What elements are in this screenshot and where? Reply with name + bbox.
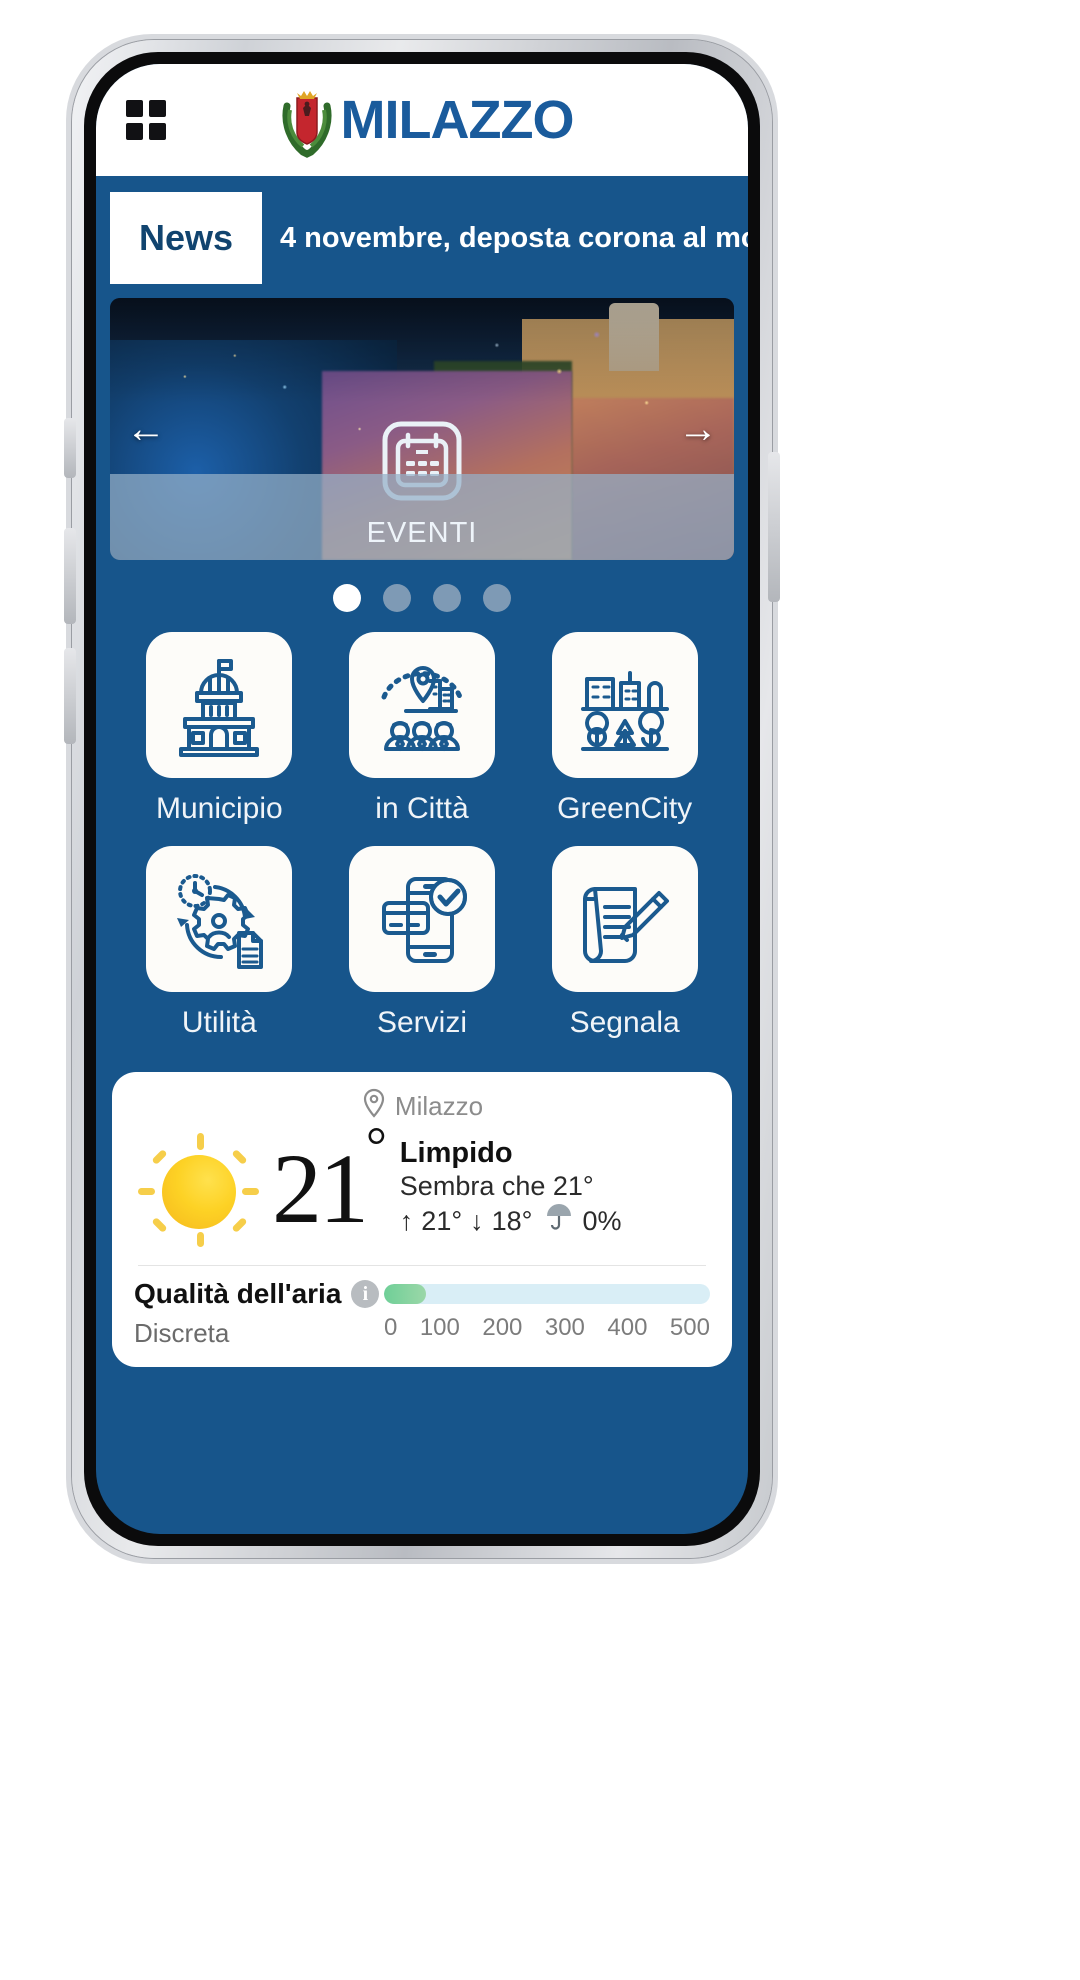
weather-condition: Limpido bbox=[399, 1136, 513, 1169]
event-carousel[interactable]: ← → EVENTI bbox=[110, 298, 734, 560]
air-quality-labels: Qualità dell'aria i Discreta bbox=[134, 1278, 384, 1349]
town-hall-icon bbox=[146, 632, 293, 778]
carousel-dot[interactable] bbox=[383, 584, 411, 612]
card-divider bbox=[138, 1265, 706, 1266]
carousel-dot[interactable] bbox=[483, 584, 511, 612]
carousel-slide-label: EVENTI bbox=[366, 517, 478, 549]
weather-high: 21° bbox=[421, 1206, 463, 1237]
silent-switch[interactable] bbox=[64, 418, 76, 478]
air-quality-scale: 0 100 200 300 400 500 bbox=[384, 1314, 710, 1342]
carousel-next-icon[interactable]: → bbox=[678, 409, 718, 449]
carousel-dots bbox=[96, 560, 748, 618]
weather-main: 21° Limpido Sembra che 21° ↑ 21° ↓ 18° 0… bbox=[134, 1121, 710, 1249]
air-quality-title-row: Qualità dell'aria i bbox=[134, 1278, 384, 1310]
weather-precipitation: 0% bbox=[582, 1206, 622, 1237]
volume-up-button[interactable] bbox=[64, 528, 76, 624]
weather-card[interactable]: Milazzo 21° Limpido Sembra che 21° ↑ 21°… bbox=[112, 1072, 732, 1367]
sun-icon bbox=[134, 1129, 266, 1249]
scale-tick: 0 bbox=[384, 1314, 398, 1341]
air-quality-bar bbox=[384, 1284, 710, 1304]
people-location-icon bbox=[348, 632, 495, 778]
tile-municipio[interactable]: Municipio bbox=[118, 632, 321, 842]
tile-label: Utilità bbox=[181, 1006, 257, 1039]
air-quality-bar-fill bbox=[384, 1284, 427, 1304]
arrow-up-icon: ↑ bbox=[399, 1206, 414, 1237]
app-header: MILAZZO bbox=[96, 64, 748, 176]
tile-label: Servizi bbox=[376, 1006, 467, 1039]
scale-tick: 500 bbox=[669, 1314, 710, 1341]
tile-utilita[interactable]: Utilità bbox=[118, 846, 321, 1056]
weather-location-name: Milazzo bbox=[394, 1091, 484, 1121]
degree-symbol: ° bbox=[366, 1118, 387, 1175]
temperature-value: 21 bbox=[272, 1133, 369, 1244]
carousel-dot[interactable] bbox=[433, 584, 461, 612]
weather-high-low: ↑ 21° ↓ 18° 0% bbox=[400, 1203, 622, 1240]
carousel-dot[interactable] bbox=[333, 584, 361, 612]
air-quality-level: Discreta bbox=[134, 1318, 230, 1348]
tile-segnala[interactable]: Segnala bbox=[523, 846, 726, 1056]
power-button[interactable] bbox=[768, 452, 780, 602]
air-quality-title: Qualità dell'aria bbox=[134, 1278, 342, 1309]
scale-tick: 400 bbox=[607, 1314, 648, 1341]
tile-label: GreenCity bbox=[557, 792, 693, 825]
tile-in-citta[interactable]: in Città bbox=[321, 632, 524, 842]
tile-servizi[interactable]: Servizi bbox=[321, 846, 524, 1056]
gear-clock-document-icon bbox=[146, 846, 293, 992]
carousel-prev-icon[interactable]: ← bbox=[126, 409, 166, 449]
scale-tick: 200 bbox=[482, 1314, 523, 1341]
screenshot-stage: MILAZZO News 4 novembre, deposta corona … bbox=[0, 0, 1080, 1980]
brand-title: MILAZZO bbox=[340, 90, 575, 150]
weather-feels-like: Sembra che 21° bbox=[399, 1170, 594, 1201]
tile-label: in Città bbox=[375, 792, 469, 825]
city-trees-icon bbox=[551, 632, 698, 778]
news-chip-label: News bbox=[110, 192, 262, 284]
scale-tick: 100 bbox=[419, 1314, 460, 1341]
weather-low: 18° bbox=[491, 1206, 533, 1237]
tile-label: Municipio bbox=[155, 792, 283, 825]
phone-payment-check-icon bbox=[348, 846, 495, 992]
scale-tick: 300 bbox=[544, 1314, 585, 1341]
tile-label: Segnala bbox=[569, 1006, 680, 1039]
shortcut-grid: Municipio in Città GreenCity Utilità Ser… bbox=[96, 618, 748, 1056]
weather-temperature: 21° bbox=[272, 1121, 387, 1239]
weather-details: Limpido Sembra che 21° ↑ 21° ↓ 18° 0% bbox=[399, 1136, 622, 1241]
news-headline[interactable]: 4 novembre, deposta corona al monu bbox=[262, 192, 748, 284]
news-ticker[interactable]: News 4 novembre, deposta corona al monu bbox=[96, 176, 748, 284]
air-quality-section[interactable]: Qualità dell'aria i Discreta 0 100 200 3… bbox=[134, 1278, 710, 1349]
umbrella-icon bbox=[544, 1203, 574, 1240]
volume-down-button[interactable] bbox=[64, 648, 76, 744]
carousel-caption-bar: EVENTI bbox=[110, 474, 734, 560]
phone-screen: MILAZZO News 4 novembre, deposta corona … bbox=[96, 64, 748, 1534]
weather-location-row: Milazzo bbox=[134, 1088, 710, 1125]
arrow-down-icon: ↓ bbox=[470, 1206, 484, 1237]
tile-greencity[interactable]: GreenCity bbox=[523, 632, 726, 842]
info-icon[interactable]: i bbox=[351, 1280, 380, 1308]
air-quality-meter: 0 100 200 300 400 500 bbox=[384, 1278, 710, 1342]
brand-logo[interactable]: MILAZZO bbox=[126, 80, 724, 160]
document-pen-icon bbox=[551, 846, 698, 992]
milazzo-coat-of-arms-icon bbox=[277, 80, 337, 160]
